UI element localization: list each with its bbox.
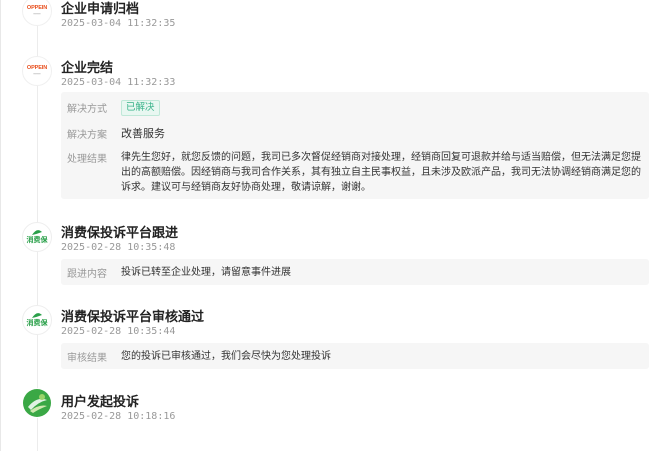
xiaofeibao-brand-text: 消费保 [26, 236, 48, 244]
event-title: 企业申请归档 [61, 2, 140, 17]
detail-value: 您的投诉已审核通过，我们会尽快为您处理投诉 [121, 351, 331, 362]
detail-value: 投诉已转至企业处理，请留意事件进展 [121, 267, 291, 278]
event-title: 用户发起投诉 [61, 395, 140, 410]
event-title: 企业完结 [61, 61, 114, 76]
xiaofeibao-brand-text: 消费保 [26, 319, 48, 327]
oppein-brand-text: OPPEIN [26, 65, 48, 72]
detail-value: 改善服务 [121, 127, 165, 140]
event-detail-box: 解决方式 已解决 解决方案 改善服务 处理结果 律先生您好，就您反馈的问题，我司… [61, 92, 649, 199]
detail-label: 解决方式 [67, 104, 107, 115]
xiaofeibao-logo-icon: 消费保 [22, 222, 52, 252]
status-badge: 已解决 [121, 100, 160, 116]
xiaofeibao-logo-icon: 消费保 [22, 305, 52, 335]
event-detail-box: 审核结果 您的投诉已审核通过，我们会尽快为您处理投诉 [61, 343, 649, 369]
detail-label: 审核结果 [67, 353, 107, 364]
oppein-logo-icon: OPPEIN ━━━━ [22, 56, 52, 86]
user-green-logo-icon [22, 388, 52, 418]
event-detail-box: 跟进内容 投诉已转至企业处理，请留意事件进展 [61, 259, 649, 285]
event-time: 2025-02-28 10:35:48 [61, 242, 176, 253]
detail-label: 解决方案 [67, 130, 107, 141]
oppein-logo-icon: OPPEIN ━━━━ [22, 0, 52, 26]
page-left-border [0, 0, 1, 451]
event-title: 消费保投诉平台跟进 [61, 226, 179, 241]
detail-label: 处理结果 [67, 154, 107, 165]
detail-label: 跟进内容 [67, 269, 107, 280]
event-time: 2025-03-04 11:32:35 [61, 18, 176, 29]
event-time: 2025-03-04 11:32:33 [61, 77, 176, 88]
event-title: 消费保投诉平台审核通过 [61, 310, 205, 325]
event-time: 2025-02-28 10:35:44 [61, 326, 176, 337]
detail-value: 律先生您好，就您反馈的问题，我司已多次督促经销商对接处理，经销商回复可退款并给与… [121, 152, 641, 193]
event-time: 2025-02-28 10:18:16 [61, 411, 176, 422]
oppein-brand-text: OPPEIN [26, 5, 48, 12]
